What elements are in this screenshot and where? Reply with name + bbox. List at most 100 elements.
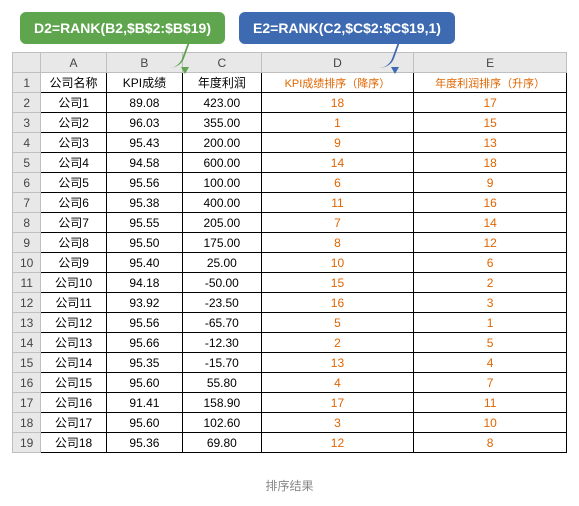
row-number[interactable]: 15 — [13, 353, 41, 373]
cell-kpi[interactable]: 95.50 — [106, 233, 182, 253]
cell-profit[interactable]: 423.00 — [183, 93, 262, 113]
cell-profit-rank[interactable]: 15 — [414, 113, 567, 133]
header-profit[interactable]: 年度利润 — [183, 73, 262, 93]
cell-profit[interactable]: 355.00 — [183, 113, 262, 133]
cell-profit[interactable]: -65.70 — [183, 313, 262, 333]
cell-company[interactable]: 公司5 — [41, 173, 106, 193]
cell-kpi[interactable]: 95.36 — [106, 433, 182, 453]
cell-company[interactable]: 公司2 — [41, 113, 106, 133]
cell-profit-rank[interactable]: 10 — [414, 413, 567, 433]
cell-profit-rank[interactable]: 16 — [414, 193, 567, 213]
cell-kpi-rank[interactable]: 9 — [261, 133, 414, 153]
cell-profit[interactable]: -23.50 — [183, 293, 262, 313]
header-company[interactable]: 公司名称 — [41, 73, 106, 93]
row-number[interactable]: 3 — [13, 113, 41, 133]
cell-kpi-rank[interactable]: 1 — [261, 113, 414, 133]
corner-cell[interactable] — [13, 53, 41, 73]
row-number[interactable]: 17 — [13, 393, 41, 413]
row-number[interactable]: 12 — [13, 293, 41, 313]
cell-company[interactable]: 公司16 — [41, 393, 106, 413]
cell-profit[interactable]: 25.00 — [183, 253, 262, 273]
cell-profit[interactable]: 200.00 — [183, 133, 262, 153]
cell-kpi-rank[interactable]: 11 — [261, 193, 414, 213]
cell-profit[interactable]: 69.80 — [183, 433, 262, 453]
cell-profit[interactable]: 102.60 — [183, 413, 262, 433]
cell-profit-rank[interactable]: 18 — [414, 153, 567, 173]
cell-kpi-rank[interactable]: 5 — [261, 313, 414, 333]
cell-company[interactable]: 公司6 — [41, 193, 106, 213]
cell-kpi[interactable]: 95.55 — [106, 213, 182, 233]
header-kpi[interactable]: KPI成绩 — [106, 73, 182, 93]
cell-kpi-rank[interactable]: 3 — [261, 413, 414, 433]
cell-company[interactable]: 公司18 — [41, 433, 106, 453]
cell-profit-rank[interactable]: 11 — [414, 393, 567, 413]
row-number[interactable]: 11 — [13, 273, 41, 293]
row-number[interactable]: 6 — [13, 173, 41, 193]
cell-kpi[interactable]: 95.56 — [106, 173, 182, 193]
cell-company[interactable]: 公司11 — [41, 293, 106, 313]
header-kpi-rank[interactable]: KPI成绩排序（降序） — [261, 73, 414, 93]
cell-kpi-rank[interactable]: 2 — [261, 333, 414, 353]
cell-profit-rank[interactable]: 6 — [414, 253, 567, 273]
header-profit-rank[interactable]: 年度利润排序（升序） — [414, 73, 567, 93]
cell-kpi[interactable]: 89.08 — [106, 93, 182, 113]
cell-company[interactable]: 公司10 — [41, 273, 106, 293]
col-letter-c[interactable]: C — [183, 53, 262, 73]
cell-company[interactable]: 公司7 — [41, 213, 106, 233]
cell-profit-rank[interactable]: 4 — [414, 353, 567, 373]
cell-kpi[interactable]: 95.38 — [106, 193, 182, 213]
cell-profit[interactable]: 55.80 — [183, 373, 262, 393]
cell-profit-rank[interactable]: 3 — [414, 293, 567, 313]
row-number[interactable]: 18 — [13, 413, 41, 433]
cell-company[interactable]: 公司1 — [41, 93, 106, 113]
row-number[interactable]: 5 — [13, 153, 41, 173]
cell-kpi-rank[interactable]: 17 — [261, 393, 414, 413]
cell-kpi[interactable]: 95.35 — [106, 353, 182, 373]
row-number-1[interactable]: 1 — [13, 73, 41, 93]
row-number[interactable]: 14 — [13, 333, 41, 353]
cell-profit-rank[interactable]: 7 — [414, 373, 567, 393]
row-number[interactable]: 4 — [13, 133, 41, 153]
cell-kpi-rank[interactable]: 4 — [261, 373, 414, 393]
cell-company[interactable]: 公司14 — [41, 353, 106, 373]
cell-company[interactable]: 公司12 — [41, 313, 106, 333]
cell-company[interactable]: 公司15 — [41, 373, 106, 393]
cell-profit[interactable]: 400.00 — [183, 193, 262, 213]
row-number[interactable]: 10 — [13, 253, 41, 273]
cell-kpi[interactable]: 91.41 — [106, 393, 182, 413]
cell-company[interactable]: 公司3 — [41, 133, 106, 153]
col-letter-e[interactable]: E — [414, 53, 567, 73]
cell-kpi-rank[interactable]: 14 — [261, 153, 414, 173]
cell-profit-rank[interactable]: 17 — [414, 93, 567, 113]
cell-profit-rank[interactable]: 13 — [414, 133, 567, 153]
cell-profit-rank[interactable]: 2 — [414, 273, 567, 293]
cell-kpi[interactable]: 93.92 — [106, 293, 182, 313]
cell-company[interactable]: 公司9 — [41, 253, 106, 273]
cell-kpi-rank[interactable]: 16 — [261, 293, 414, 313]
cell-company[interactable]: 公司13 — [41, 333, 106, 353]
cell-kpi-rank[interactable]: 7 — [261, 213, 414, 233]
row-number[interactable]: 16 — [13, 373, 41, 393]
cell-profit-rank[interactable]: 1 — [414, 313, 567, 333]
cell-company[interactable]: 公司17 — [41, 413, 106, 433]
cell-kpi-rank[interactable]: 8 — [261, 233, 414, 253]
cell-kpi[interactable]: 95.56 — [106, 313, 182, 333]
cell-profit[interactable]: -12.30 — [183, 333, 262, 353]
cell-kpi[interactable]: 95.60 — [106, 413, 182, 433]
col-letter-a[interactable]: A — [41, 53, 106, 73]
row-number[interactable]: 7 — [13, 193, 41, 213]
cell-kpi[interactable]: 95.60 — [106, 373, 182, 393]
row-number[interactable]: 9 — [13, 233, 41, 253]
cell-kpi[interactable]: 95.43 — [106, 133, 182, 153]
cell-kpi-rank[interactable]: 18 — [261, 93, 414, 113]
cell-profit[interactable]: 175.00 — [183, 233, 262, 253]
cell-kpi-rank[interactable]: 15 — [261, 273, 414, 293]
cell-profit[interactable]: -15.70 — [183, 353, 262, 373]
cell-profit-rank[interactable]: 9 — [414, 173, 567, 193]
cell-kpi[interactable]: 94.18 — [106, 273, 182, 293]
cell-kpi[interactable]: 95.66 — [106, 333, 182, 353]
cell-profit[interactable]: 100.00 — [183, 173, 262, 193]
cell-profit-rank[interactable]: 5 — [414, 333, 567, 353]
cell-kpi-rank[interactable]: 10 — [261, 253, 414, 273]
cell-profit-rank[interactable]: 14 — [414, 213, 567, 233]
